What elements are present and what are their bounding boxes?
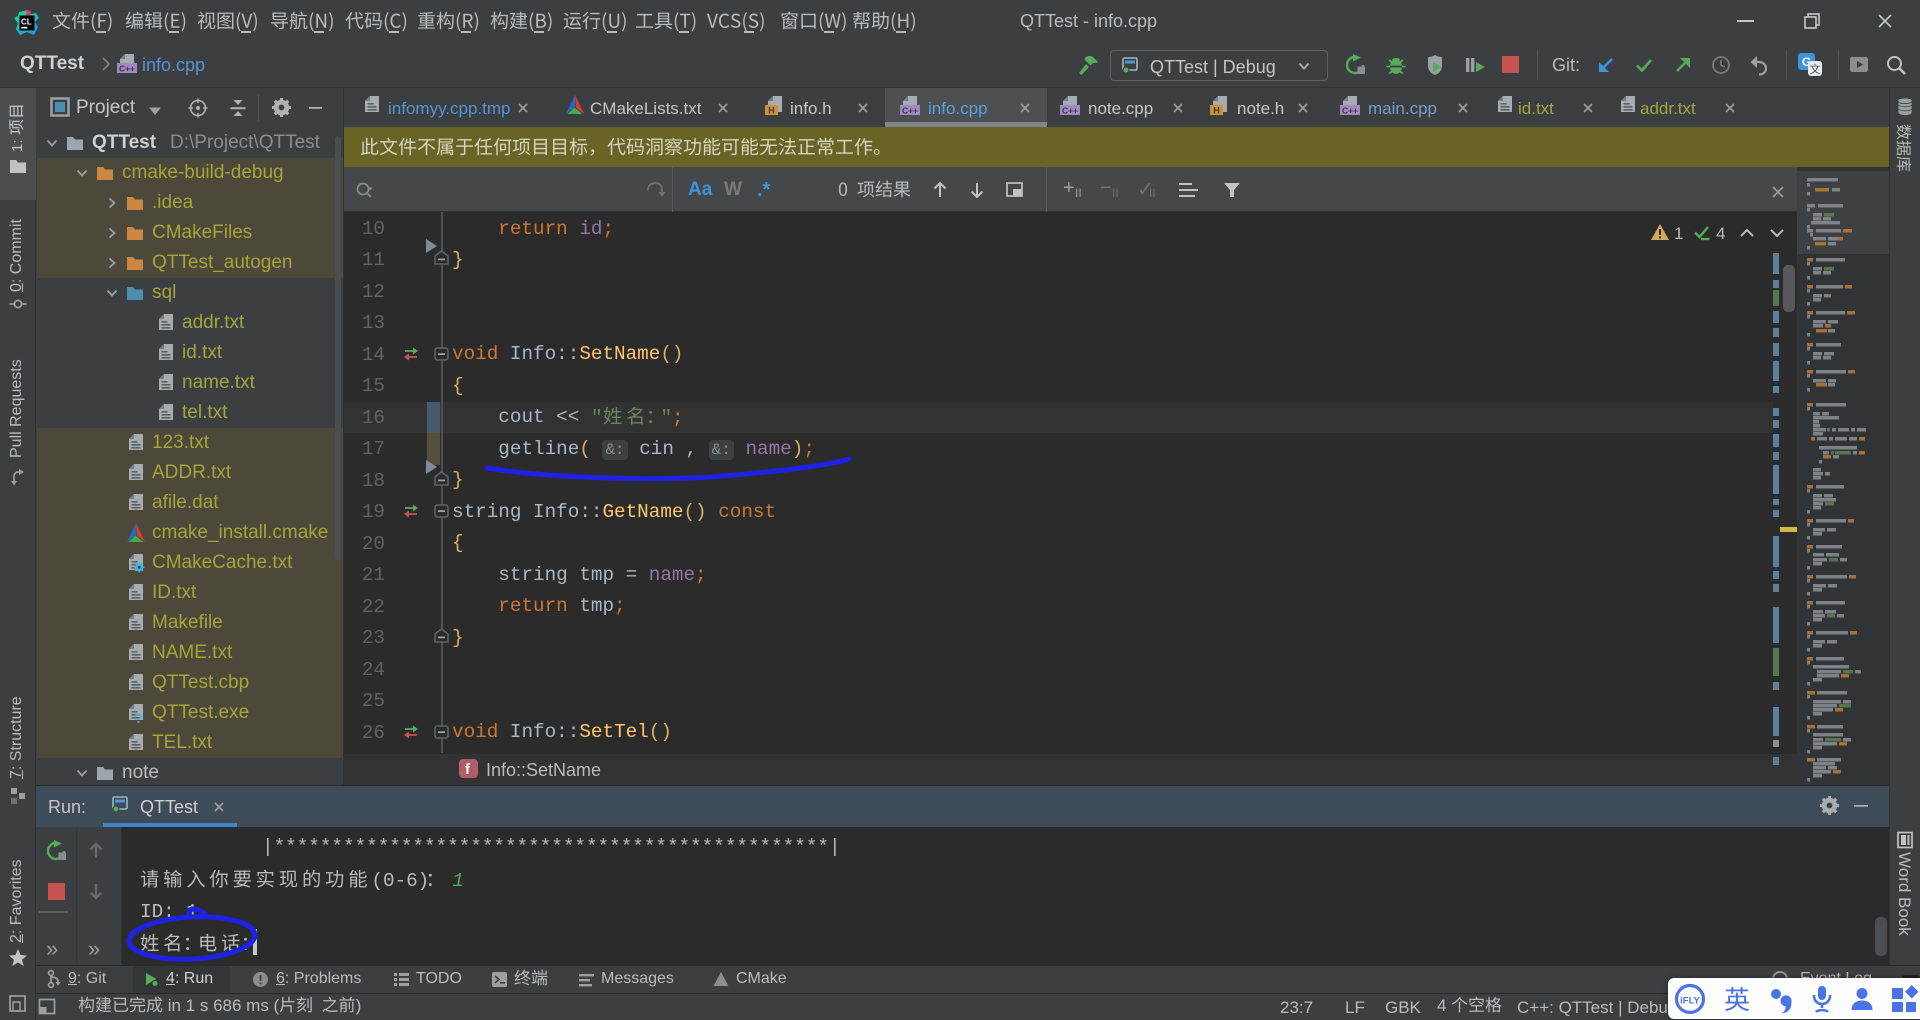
svg-text:C++: C++ — [902, 105, 918, 115]
svg-text:C++: C++ — [1062, 105, 1078, 115]
svg-text:H: H — [1213, 105, 1220, 115]
svg-text:iFLY: iFLY — [1680, 996, 1700, 1007]
svg-text:C++: C++ — [119, 63, 135, 73]
svg-text:C++: C++ — [1342, 105, 1358, 115]
svg-text:CL: CL — [21, 18, 32, 27]
svg-text:H: H — [768, 105, 775, 115]
svg-text:?: ? — [135, 710, 144, 726]
